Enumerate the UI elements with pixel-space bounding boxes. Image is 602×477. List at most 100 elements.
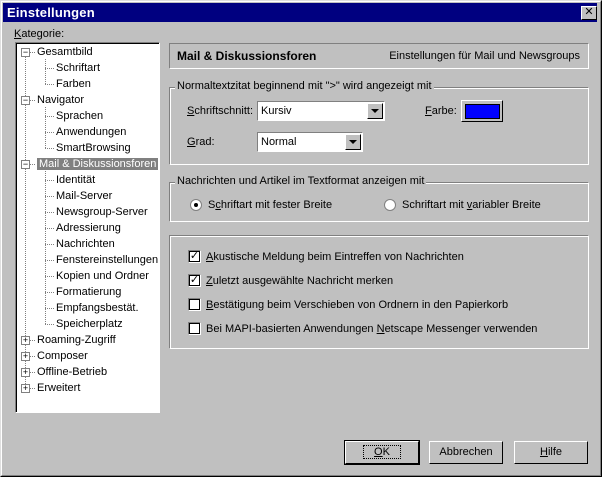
tree-item-label: Anwendungen (56, 126, 127, 138)
tree-connector (30, 340, 35, 341)
tree-subcategory[interactable]: Sprachen (56, 109, 103, 125)
settings-dialog: Einstellungen ✕ Kategorie: Gesamtbild − Sc… (0, 0, 602, 477)
color-label: Farbe: (425, 105, 457, 117)
mapi-messenger-label[interactable]: Bei MAPI-basierten Anwendungen Netscape … (206, 323, 537, 335)
panel-title: Mail & Diskussionsforen (177, 49, 317, 63)
tree-item-label: Mail & Diskussionsforen (37, 158, 159, 170)
tree-item-label: Erweitert (37, 382, 81, 394)
tree-subcategory[interactable]: Empfangsbestät. (56, 301, 139, 317)
tree-subcategory[interactable]: Speicherplatz (56, 317, 123, 333)
tree-item-label: Kopien und Ordner (56, 270, 149, 282)
tree-category[interactable]: Mail & Diskussionsforen (37, 157, 159, 173)
tree-connector (45, 171, 46, 324)
tree-category[interactable]: Erweitert (37, 381, 80, 397)
tree-connector (45, 324, 54, 325)
plain-text-group-label: Nachrichten und Artikel im Textformat an… (175, 175, 427, 187)
expand-icon[interactable]: + (21, 336, 30, 345)
category-label: Kategorie: (14, 28, 65, 40)
confirm-trash-label[interactable]: Bestätigung beim Verschieben von Ordnern… (206, 299, 508, 311)
tree-connector (45, 228, 54, 229)
tree-item-label: Nachrichten (56, 238, 115, 250)
expand-icon[interactable]: + (21, 368, 30, 377)
quote-style-group (169, 87, 589, 165)
tree-connector (45, 308, 54, 309)
tree-item-label: Gesamtbild (37, 46, 93, 58)
font-style-label: Schriftschnitt: (187, 105, 254, 117)
tree-connector (45, 212, 54, 213)
tree-subcategory[interactable]: Anwendungen (56, 125, 126, 141)
tree-connector (45, 84, 54, 85)
tree-subcategory[interactable]: Newsgroup-Server (56, 205, 148, 221)
tree-category[interactable]: Navigator (37, 93, 84, 109)
tree-item-label: Mail-Server (56, 190, 113, 202)
sound-alert-label[interactable]: Akustische Meldung beim Eintreffen von N… (206, 251, 464, 263)
tree-subcategory[interactable]: Farben (56, 77, 91, 93)
ok-button[interactable]: OK (344, 440, 420, 465)
tree-item-label: Identität (56, 174, 96, 186)
tree-item-label: Roaming-Zugriff (37, 334, 116, 346)
tree-category[interactable]: Gesamtbild (37, 45, 93, 61)
tree-item-label: Empfangsbestät. (56, 302, 139, 314)
help-button[interactable]: Hilfe (514, 441, 588, 464)
tree-subcategory[interactable]: Adressierung (56, 221, 121, 237)
tree-item-label: Navigator (37, 94, 85, 106)
font-size-label: Grad: (187, 136, 215, 148)
tree-item-label: Formatierung (56, 286, 122, 298)
expand-icon[interactable]: + (21, 384, 30, 393)
fixed-width-radio[interactable] (190, 199, 202, 211)
tree-connector (45, 180, 54, 181)
sound-alert-checkbox[interactable]: ✓ (188, 250, 201, 263)
collapse-icon[interactable]: − (21, 96, 30, 105)
tree-category[interactable]: Offline-Betrieb (37, 365, 107, 381)
tree-item-label: Adressierung (56, 222, 121, 234)
remember-message-label[interactable]: Zuletzt ausgewählte Nachricht merken (206, 275, 393, 287)
tree-item-label: Speicherplatz (56, 318, 123, 330)
tree-connector (45, 116, 54, 117)
tree-item-label: Newsgroup-Server (56, 206, 148, 218)
tree-connector (30, 388, 35, 389)
category-tree[interactable]: Gesamtbild − Schriftart Farben Navigator − Spr… (15, 42, 160, 413)
tree-connector (30, 164, 35, 165)
variable-width-radio[interactable] (384, 199, 396, 211)
mapi-messenger-checkbox[interactable] (188, 322, 201, 335)
tree-subcategory[interactable]: SmartBrowsing (56, 141, 131, 157)
confirm-trash-checkbox[interactable] (188, 298, 201, 311)
tree-subcategory[interactable]: Kopien und Ordner (56, 269, 149, 285)
tree-category[interactable]: Composer (37, 349, 88, 365)
tree-item-label: Schriftart (56, 62, 101, 74)
tree-item-label: Sprachen (56, 110, 104, 122)
tree-connector (45, 132, 54, 133)
tree-connector (30, 372, 35, 373)
tree-subcategory[interactable]: Fenstereinstellungen (56, 253, 158, 269)
tree-category[interactable]: Roaming-Zugriff (37, 333, 116, 349)
font-style-value: Kursiv (261, 105, 292, 117)
variable-width-label[interactable]: Schriftart mit variabler Breite (402, 199, 541, 211)
collapse-icon[interactable]: − (21, 160, 30, 169)
font-style-select[interactable]: Kursiv (257, 101, 385, 121)
fixed-width-label[interactable]: Schriftart mit fester Breite (208, 199, 332, 211)
tree-connector (30, 100, 35, 101)
remember-message-checkbox[interactable]: ✓ (188, 274, 201, 287)
tree-item-label: Composer (37, 350, 88, 362)
tree-subcategory[interactable]: Nachrichten (56, 237, 115, 253)
panel-header: Mail & Diskussionsforen Einstellungen fü… (169, 43, 589, 69)
chevron-down-icon[interactable] (367, 103, 383, 119)
tree-item-label: Farben (56, 78, 91, 90)
tree-subcategory[interactable]: Identität (56, 173, 95, 189)
tree-subcategory[interactable]: Schriftart (56, 61, 100, 77)
cancel-button[interactable]: Abbrechen (429, 441, 503, 464)
tree-connector (45, 244, 54, 245)
close-button[interactable]: ✕ (581, 6, 597, 20)
expand-icon[interactable]: + (21, 352, 30, 361)
tree-subcategory[interactable]: Formatierung (56, 285, 121, 301)
font-size-select[interactable]: Normal (257, 132, 363, 152)
tree-subcategory[interactable]: Mail-Server (56, 189, 112, 205)
tree-connector (45, 292, 54, 293)
tree-connector (45, 107, 46, 148)
color-picker-button[interactable] (461, 100, 503, 122)
title-bar[interactable]: Einstellungen ✕ (3, 3, 597, 22)
chevron-down-icon[interactable] (345, 134, 361, 150)
font-size-value: Normal (261, 136, 297, 148)
collapse-icon[interactable]: − (21, 48, 30, 57)
tree-connector (45, 68, 54, 69)
